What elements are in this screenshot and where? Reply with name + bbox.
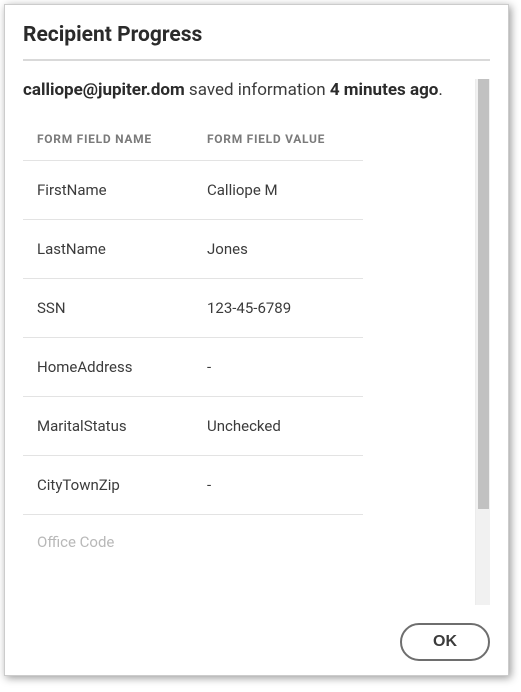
content-wrap: calliope@jupiter.dom saved information 4… bbox=[23, 79, 490, 605]
content: calliope@jupiter.dom saved information 4… bbox=[23, 79, 475, 605]
cell-name: LastName bbox=[37, 240, 207, 258]
cell-value: Jones bbox=[207, 240, 363, 258]
status-email: calliope@jupiter.dom bbox=[23, 80, 185, 100]
cell-name: CityTownZip bbox=[37, 476, 207, 494]
cell-name: FirstName bbox=[37, 181, 207, 199]
dialog-title: Recipient Progress bbox=[23, 23, 490, 47]
status-mid: saved information bbox=[185, 80, 330, 100]
recipient-progress-dialog: Recipient Progress calliope@jupiter.dom … bbox=[4, 4, 509, 676]
table-row-partial: Office Code bbox=[23, 514, 363, 551]
table-row: HomeAddress - bbox=[23, 337, 363, 396]
cell-value: - bbox=[207, 358, 363, 376]
cell-value: - bbox=[207, 476, 363, 494]
cell-value: 123-45-6789 bbox=[207, 299, 363, 317]
cell-name: Office Code bbox=[37, 533, 207, 551]
scrollbar-thumb[interactable] bbox=[478, 79, 489, 509]
status-line: calliope@jupiter.dom saved information 4… bbox=[23, 79, 475, 102]
cell-name: MaritalStatus bbox=[37, 417, 207, 435]
cell-value: Unchecked bbox=[207, 417, 363, 435]
column-header-value: FORM FIELD VALUE bbox=[207, 132, 363, 146]
fields-table: FORM FIELD NAME FORM FIELD VALUE FirstNa… bbox=[23, 124, 363, 551]
status-end: . bbox=[438, 80, 442, 100]
ok-button[interactable]: OK bbox=[400, 623, 490, 661]
status-time: 4 minutes ago bbox=[330, 80, 439, 100]
table-row: CityTownZip - bbox=[23, 455, 363, 514]
table-row: FirstName Calliope M bbox=[23, 160, 363, 219]
table-row: LastName Jones bbox=[23, 219, 363, 278]
column-header-name: FORM FIELD NAME bbox=[37, 132, 207, 146]
cell-name: HomeAddress bbox=[37, 358, 207, 376]
dialog-footer: OK bbox=[23, 605, 490, 661]
table-row: SSN 123-45-6789 bbox=[23, 278, 363, 337]
cell-name: SSN bbox=[37, 299, 207, 317]
cell-value: Calliope M bbox=[207, 181, 363, 199]
scrollbar-track[interactable] bbox=[475, 79, 490, 605]
table-header: FORM FIELD NAME FORM FIELD VALUE bbox=[23, 124, 363, 160]
divider bbox=[23, 59, 490, 61]
table-row: MaritalStatus Unchecked bbox=[23, 396, 363, 455]
